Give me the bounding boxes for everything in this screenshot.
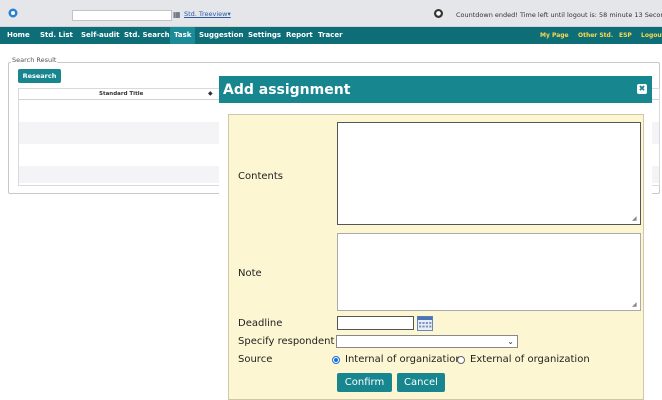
top-bar: ▦ Std. Treeview▾ ● Countdown ended! Time… <box>0 0 662 27</box>
logo-icon <box>8 8 18 18</box>
tree-icon[interactable]: ▦ <box>173 10 181 19</box>
note-textarea[interactable] <box>337 233 641 311</box>
deadline-input[interactable] <box>337 316 414 330</box>
dialog-form: Contents ◢ Note ◢ Deadline Specify respo… <box>228 114 644 400</box>
nav-std-search[interactable]: Std. Search <box>124 27 170 44</box>
search-result-legend: Search Result <box>11 56 58 64</box>
source-label: Source <box>238 354 273 365</box>
main-nav: Home Std. List Self-audit Std. Search Ta… <box>0 27 662 44</box>
nav-settings[interactable]: Settings <box>248 27 281 44</box>
nav-report[interactable]: Report <box>286 27 313 44</box>
add-assignment-dialog: Add assignment ✖ Contents ◢ Note ◢ Deadl… <box>219 76 652 400</box>
note-label: Note <box>238 268 262 279</box>
confirm-button[interactable]: Confirm <box>337 373 392 392</box>
cancel-button[interactable]: Cancel <box>397 373 445 392</box>
respondent-select[interactable]: ⌄ <box>336 335 518 348</box>
source-internal-radio[interactable] <box>332 356 340 364</box>
contents-textarea[interactable] <box>337 122 641 225</box>
nav-home[interactable]: Home <box>7 27 30 44</box>
calendar-icon[interactable] <box>417 316 433 331</box>
top-search-input[interactable] <box>72 10 172 21</box>
nav-tracer[interactable]: Tracer <box>318 27 343 44</box>
nav-self-audit[interactable]: Self-audit <box>81 27 119 44</box>
close-icon[interactable]: ✖ <box>637 84 647 94</box>
nav-other-std[interactable]: Other Std. <box>578 27 613 44</box>
nav-suggestion[interactable]: Suggestion <box>199 27 244 44</box>
countdown-text: Countdown ended! Time left until logout … <box>456 11 662 19</box>
chevron-down-icon: ⌄ <box>507 337 514 346</box>
nav-std-list[interactable]: Std. List <box>40 27 73 44</box>
resize-grip-icon[interactable]: ◢ <box>632 216 638 222</box>
nav-my-page[interactable]: My Page <box>540 27 569 44</box>
dialog-header: Add assignment ✖ <box>219 76 652 103</box>
nav-esp[interactable]: ESP <box>619 27 632 44</box>
user-icon[interactable]: ● <box>434 9 443 18</box>
column-standard-title[interactable]: Standard Title <box>99 91 143 97</box>
resize-grip-icon[interactable]: ◢ <box>632 302 638 308</box>
source-internal-label[interactable]: Internal of organization <box>345 354 462 365</box>
source-external-radio[interactable] <box>457 356 465 364</box>
dialog-title: Add assignment <box>223 82 351 98</box>
nav-task[interactable]: Task <box>170 27 196 44</box>
source-external-label[interactable]: External of organization <box>470 354 590 365</box>
respondent-label: Specify respondent <box>238 336 335 347</box>
treeview-link[interactable]: Std. Treeview▾ <box>184 10 231 18</box>
nav-logout[interactable]: Logout <box>641 27 662 44</box>
research-button[interactable]: Research <box>18 69 61 83</box>
sort-icon[interactable]: ◆ <box>208 90 213 97</box>
deadline-label: Deadline <box>238 318 283 329</box>
contents-label: Contents <box>238 171 283 182</box>
